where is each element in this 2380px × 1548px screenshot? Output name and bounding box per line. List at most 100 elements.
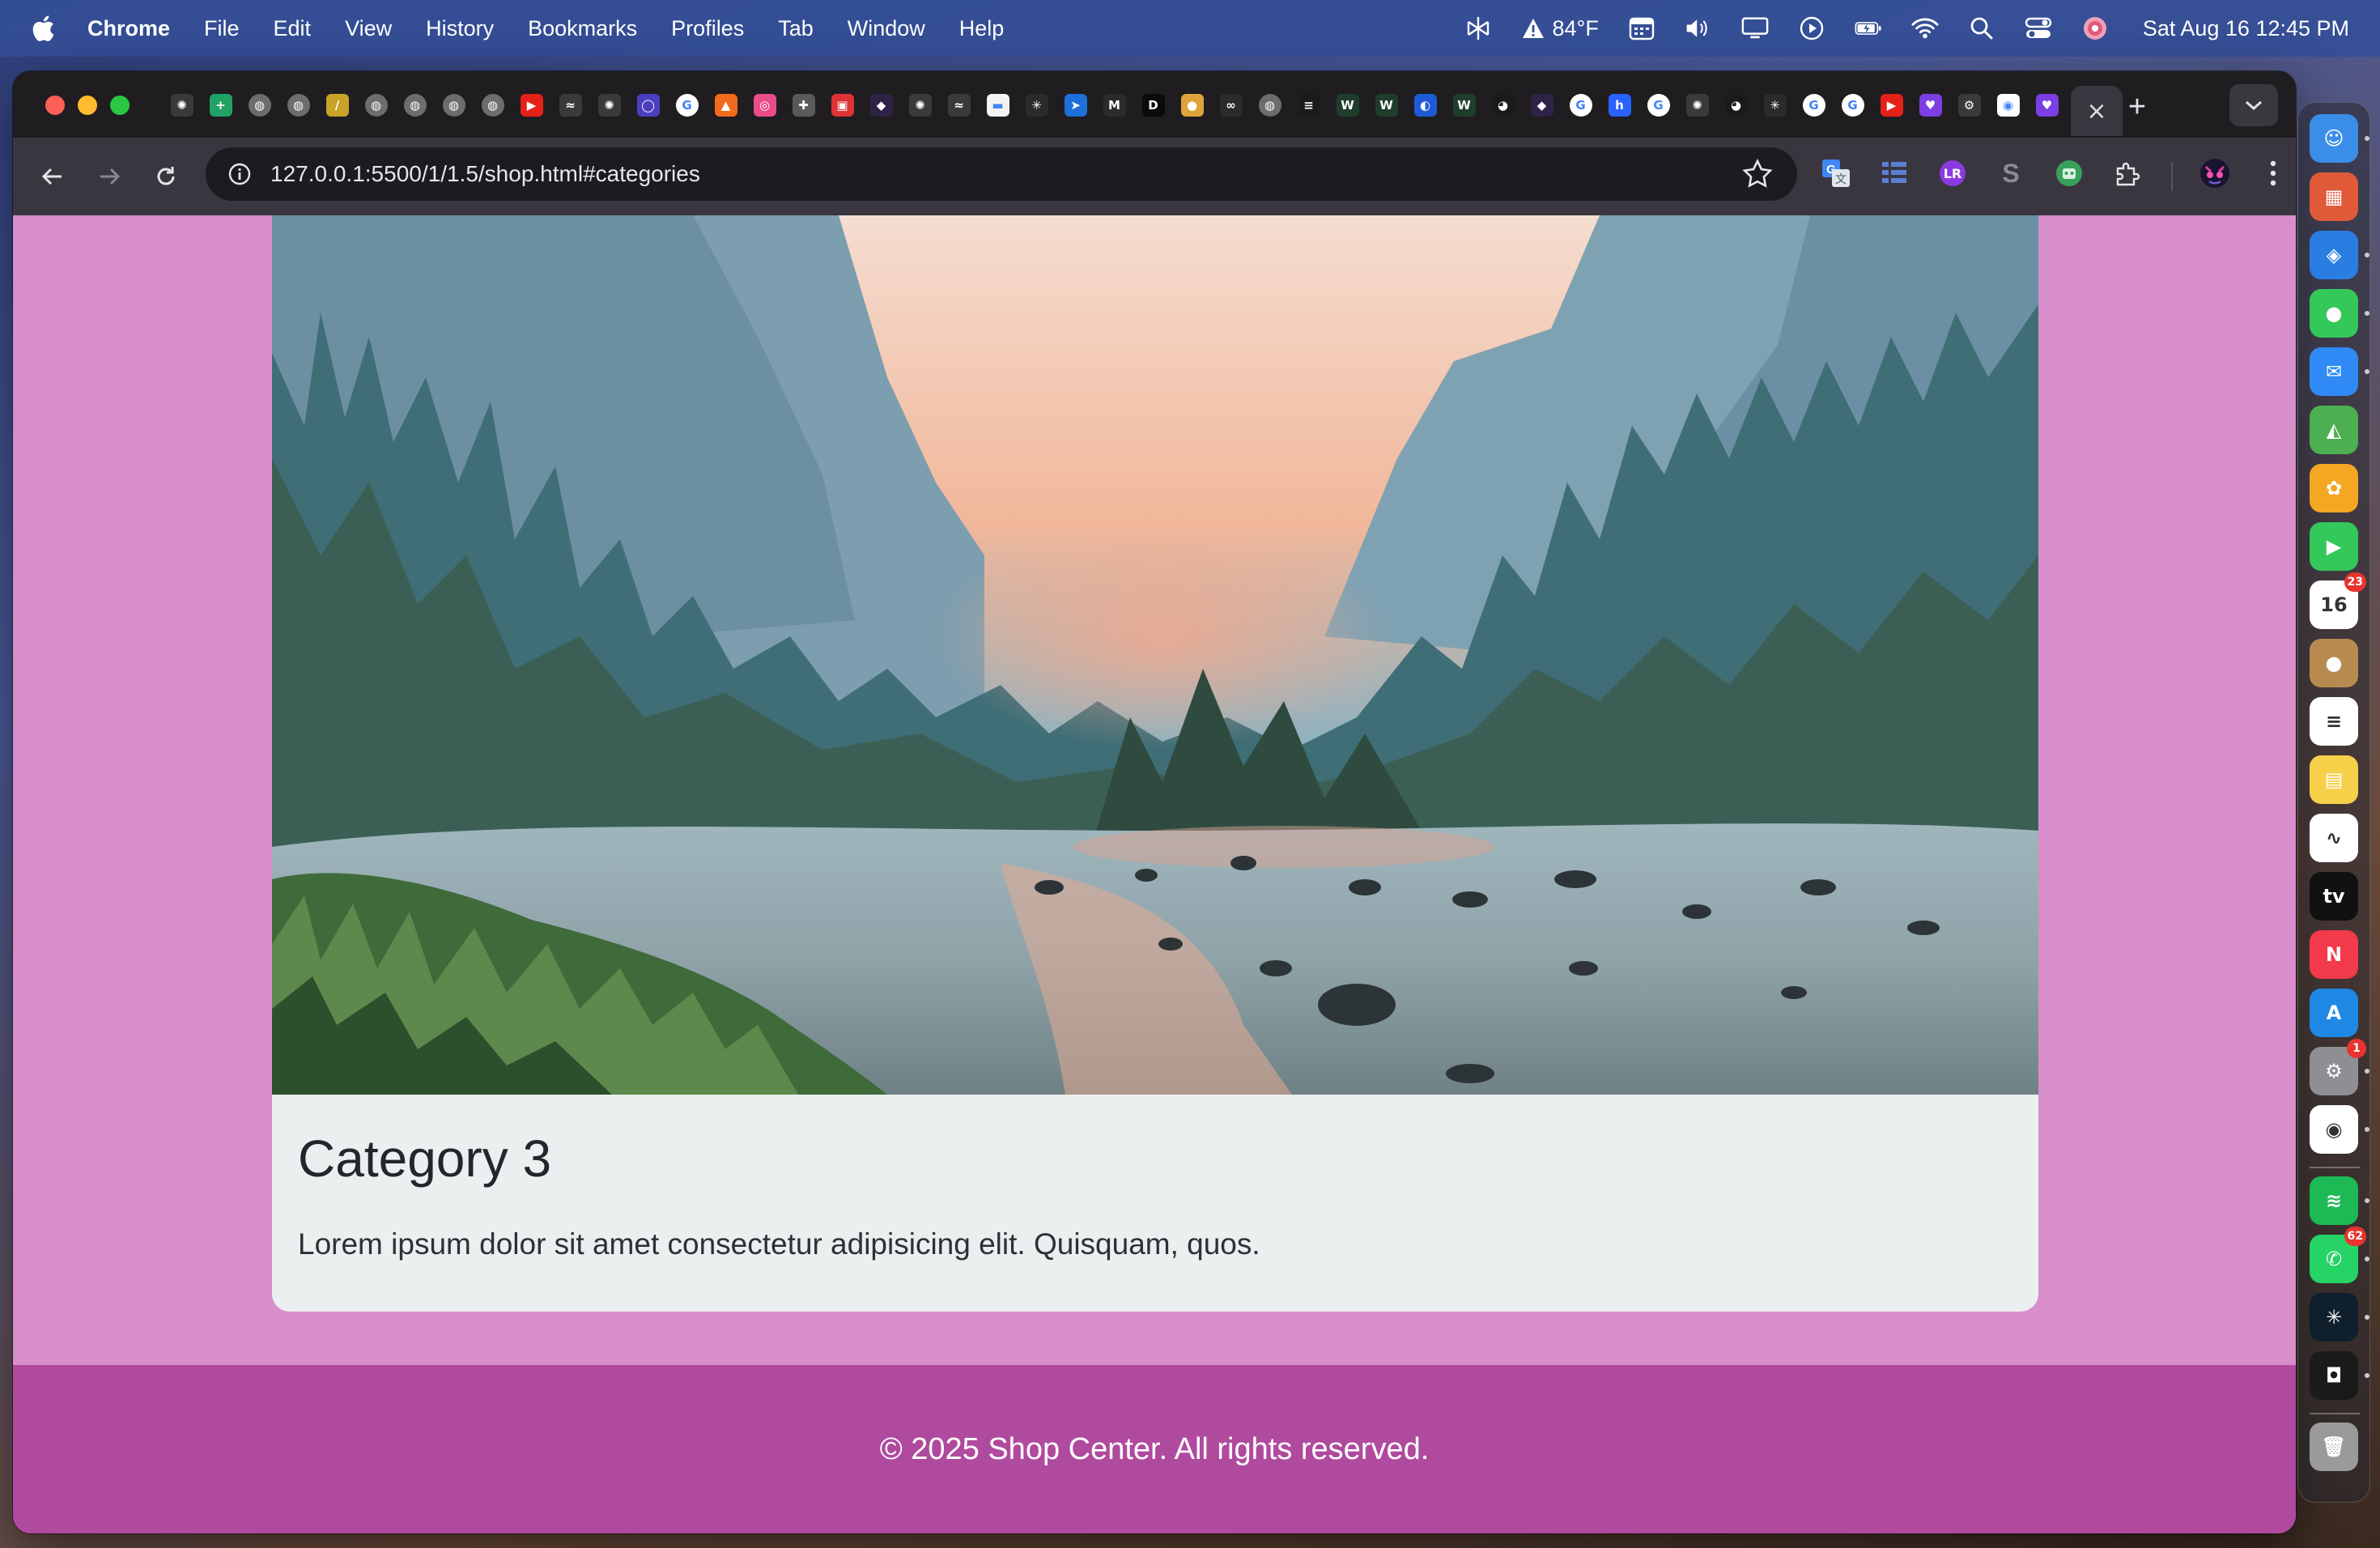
menu-file[interactable]: File [204, 16, 240, 41]
menu-window[interactable]: Window [848, 16, 925, 41]
menu-clock[interactable]: Sat Aug 16 12:45 PM [2143, 16, 2349, 41]
browser-tab[interactable]: / [319, 86, 355, 125]
browser-tab[interactable]: G [1796, 86, 1832, 125]
browser-tab[interactable]: ▲ [708, 86, 744, 125]
apple-tv-icon[interactable]: tv [2310, 872, 2358, 921]
browser-tab[interactable]: ◉ [1990, 86, 2026, 125]
browser-tab[interactable]: ◍ [280, 86, 317, 125]
safari-icon[interactable]: ◈ [2310, 231, 2358, 279]
browser-tab[interactable]: ≈ [552, 86, 589, 125]
back-button[interactable] [31, 155, 74, 198]
bookmark-star-icon[interactable] [1742, 159, 1773, 189]
extensions-puzzle-icon[interactable] [2110, 155, 2145, 191]
green-robot-extension-icon[interactable] [2051, 155, 2087, 191]
browser-tab[interactable]: ✺ [1679, 86, 1715, 125]
box-app-icon[interactable]: ◘ [2310, 1351, 2358, 1400]
profile-avatar[interactable] [2197, 155, 2233, 191]
browser-tab[interactable]: ✺ [902, 86, 938, 125]
browser-tab[interactable]: W [1446, 86, 1482, 125]
menu-profiles[interactable]: Profiles [671, 16, 744, 41]
browser-tab[interactable]: W [1329, 86, 1366, 125]
whatsapp-icon[interactable]: ✆ 62 [2310, 1227, 2366, 1283]
browser-tab[interactable]: G [1562, 86, 1599, 125]
browser-tab[interactable]: G [1640, 86, 1677, 125]
perplexity-dock-icon[interactable]: ✳ [2310, 1293, 2358, 1342]
google-translate-extension-icon[interactable]: G文 [1818, 155, 1854, 191]
notes-icon[interactable]: ▤ [2310, 755, 2358, 804]
messages-icon[interactable]: ● [2310, 289, 2358, 338]
user-avatar-icon[interactable] [2081, 15, 2109, 42]
browser-tab[interactable]: ≈ [941, 86, 977, 125]
calendar-icon[interactable]: 16 23 [2310, 572, 2366, 629]
browser-tab[interactable]: ✳ [1018, 86, 1055, 125]
address-bar[interactable]: 127.0.0.1:5500/1/1.5/shop.html#categorie… [206, 147, 1797, 201]
maps-icon[interactable]: ◭ [2310, 406, 2358, 454]
menu-history[interactable]: History [426, 16, 494, 41]
launchpad-icon[interactable]: ▦ [2310, 172, 2358, 221]
browser-tab[interactable]: ◍ [474, 86, 511, 125]
browser-tab[interactable]: ◐ [1407, 86, 1443, 125]
browser-tab[interactable]: ◯ [630, 86, 666, 125]
browser-tab[interactable]: ◆ [1524, 86, 1560, 125]
grid-extension-icon[interactable] [1876, 155, 1912, 191]
s-extension-icon[interactable]: S [1993, 155, 2029, 191]
control-center-icon[interactable] [2025, 15, 2052, 42]
menu-app-name[interactable]: Chrome [87, 16, 170, 41]
browser-tab[interactable]: G [1834, 86, 1871, 125]
browser-tab[interactable]: ◍ [241, 86, 278, 125]
browser-tab[interactable]: ◕ [1718, 86, 1754, 125]
browser-tab[interactable]: + [202, 86, 239, 125]
spotify-icon[interactable]: ≋ [2310, 1176, 2358, 1225]
browser-tab[interactable]: ≡ [1290, 86, 1327, 125]
browser-tab[interactable]: M [1096, 86, 1133, 125]
browser-tab[interactable]: ◕ [1485, 86, 1521, 125]
freeform-icon[interactable]: ∿ [2310, 814, 2358, 862]
category-card[interactable]: Category 3 Lorem ipsum dolor sit amet co… [272, 215, 2038, 1312]
browser-tab[interactable]: ◍ [397, 86, 433, 125]
browser-tab[interactable]: h [1601, 86, 1638, 125]
mail-icon[interactable]: ✉ [2310, 347, 2358, 396]
menu-help[interactable]: Help [959, 16, 1005, 41]
maximize-window-button[interactable] [110, 96, 130, 115]
finder-icon[interactable]: ☺ [2310, 114, 2358, 163]
forward-button[interactable] [87, 155, 131, 198]
browser-tab[interactable]: ◍ [436, 86, 472, 125]
close-tab-icon[interactable]: × [2085, 97, 2108, 125]
more-options-icon[interactable] [2255, 155, 2291, 191]
contacts-icon[interactable]: ● [2310, 639, 2358, 687]
browser-tab[interactable]: D [1135, 86, 1171, 125]
close-window-button[interactable] [45, 96, 65, 115]
browser-tab[interactable]: ⚙ [1951, 86, 1987, 125]
browser-tab[interactable]: ∞ [1213, 86, 1249, 125]
battery-icon[interactable] [1855, 15, 1882, 42]
reload-button[interactable] [144, 155, 188, 198]
browser-tab[interactable]: ● [1174, 86, 1210, 125]
browser-tab[interactable]: ▣ [824, 86, 861, 125]
browser-tab[interactable]: W [1368, 86, 1405, 125]
photos-icon[interactable]: ✿ [2310, 464, 2358, 512]
site-info-icon[interactable] [223, 158, 256, 190]
volume-icon[interactable] [1685, 15, 1712, 42]
active-tab[interactable]: × [2071, 86, 2123, 136]
browser-tab[interactable]: ♥ [2029, 86, 2065, 125]
browser-tab[interactable]: ◍ [358, 86, 394, 125]
chrome-icon[interactable]: ◉ [2310, 1105, 2358, 1154]
news-icon[interactable]: N [2310, 930, 2358, 979]
app-store-icon[interactable]: A [2310, 989, 2358, 1037]
browser-tab[interactable]: ▶ [513, 86, 550, 125]
browser-tab[interactable]: ✚ [785, 86, 822, 125]
browser-tab[interactable]: ➤ [1057, 86, 1094, 125]
display-icon[interactable] [1741, 15, 1769, 42]
browser-tab[interactable]: ▬ [980, 86, 1016, 125]
perplexity-status-icon[interactable] [1464, 15, 1492, 42]
browser-tab[interactable]: ♥ [1912, 86, 1949, 125]
spotlight-search-icon[interactable] [1968, 15, 1995, 42]
system-settings-icon[interactable]: ⚙ 1 [2310, 1039, 2366, 1095]
facetime-icon[interactable]: ▶ [2310, 522, 2358, 571]
url-text[interactable]: 127.0.0.1:5500/1/1.5/shop.html#categorie… [270, 161, 700, 187]
browser-tab[interactable]: ◎ [746, 86, 783, 125]
browser-tab[interactable]: ✺ [591, 86, 627, 125]
reminders-icon[interactable]: ≡ [2310, 697, 2358, 746]
browser-tab[interactable]: G [669, 86, 705, 125]
menu-edit[interactable]: Edit [274, 16, 312, 41]
